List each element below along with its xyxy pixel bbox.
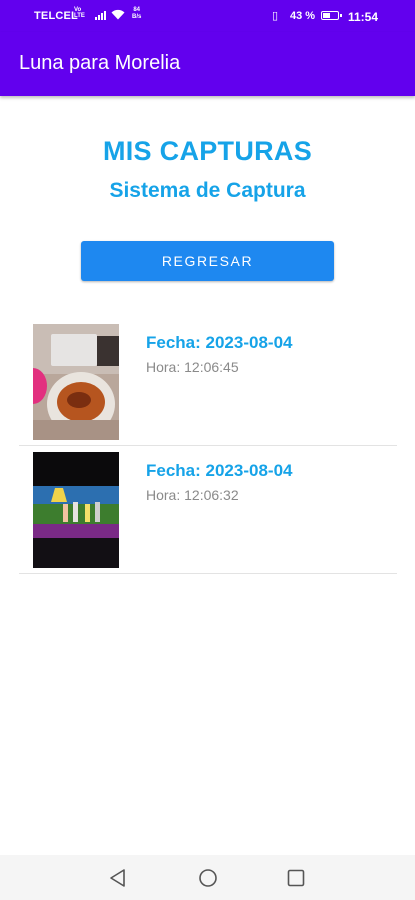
home-circle-icon[interactable] [197, 867, 219, 889]
battery-percent: 43 % [290, 10, 316, 22]
clock: 11:54 [348, 10, 379, 24]
capture-thumbnail [33, 452, 119, 568]
tv-screen-photo [33, 452, 119, 568]
capture-time: Hora: 12:06:45 [146, 359, 239, 375]
app-bar: Luna para Morelia [0, 32, 415, 96]
network-speed-unit: B/s [132, 14, 142, 20]
back-triangle-icon[interactable] [107, 867, 129, 889]
capture-thumbnail [33, 324, 119, 440]
food-bowl-photo [33, 324, 119, 440]
vibrate-icon: ▯ [272, 10, 279, 22]
list-item[interactable]: Fecha: 2023-08-04 Hora: 12:06:45 [19, 318, 397, 446]
capture-time: Hora: 12:06:32 [146, 487, 239, 503]
battery-icon [321, 11, 342, 20]
wifi-icon [111, 9, 125, 20]
carrier-label: TELCEL [34, 10, 78, 22]
app-title: Luna para Morelia [19, 52, 181, 74]
network-speed-value: 84 [133, 7, 141, 13]
status-bar: TELCEL Vo LTE 84 B/s ▯ 43 % 11:54 [0, 0, 415, 32]
signal-icon [95, 11, 106, 20]
capture-date: Fecha: 2023-08-04 [146, 333, 293, 352]
network-type-indicator: Vo LTE [74, 7, 85, 19]
network-lte-label: LTE [74, 13, 85, 19]
captures-list: Fecha: 2023-08-04 Hora: 12:06:45 Fecha: … [19, 318, 397, 574]
capture-date: Fecha: 2023-08-04 [146, 461, 293, 480]
recents-square-icon[interactable] [285, 867, 307, 889]
network-speed-indicator: 84 B/s [132, 7, 141, 21]
back-button[interactable]: REGRESAR [81, 241, 334, 281]
list-item[interactable]: Fecha: 2023-08-04 Hora: 12:06:32 [19, 446, 397, 574]
navigation-bar [0, 855, 415, 900]
page-subtitle: Sistema de Captura [109, 179, 306, 202]
page-title: MIS CAPTURAS [102, 136, 313, 166]
